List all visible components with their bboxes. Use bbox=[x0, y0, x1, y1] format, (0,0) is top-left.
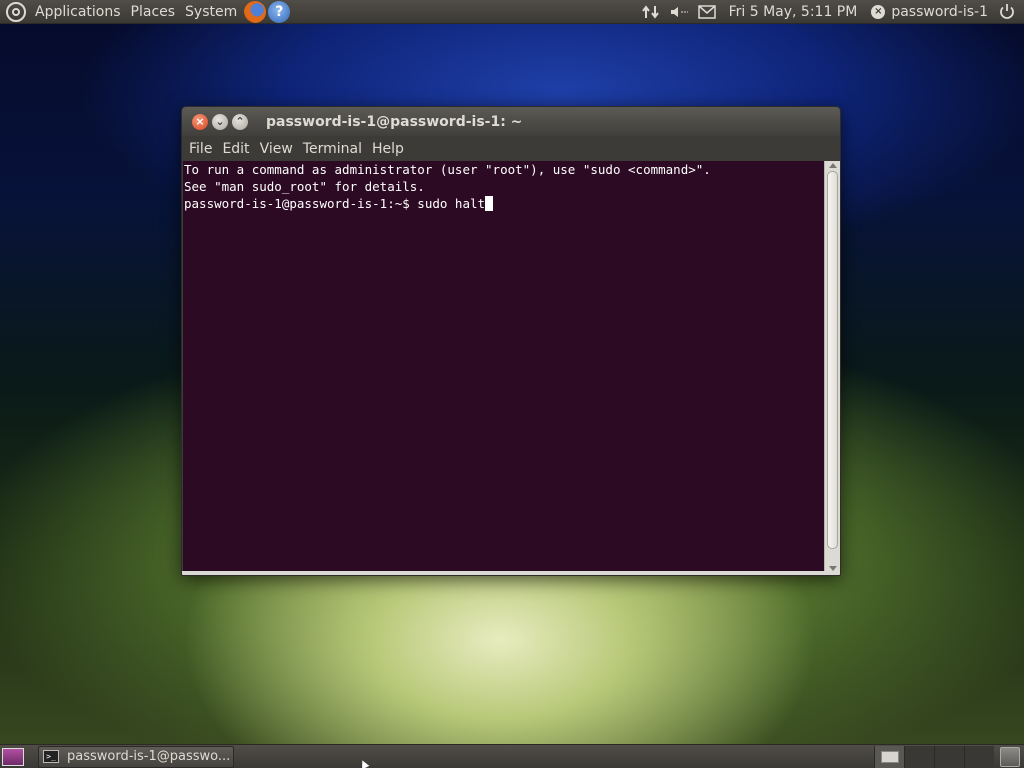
scroll-up-icon[interactable] bbox=[829, 163, 837, 168]
workspace-switcher bbox=[874, 745, 994, 768]
workspace-4[interactable] bbox=[964, 745, 994, 768]
network-icon[interactable] bbox=[641, 3, 661, 21]
volume-icon[interactable] bbox=[669, 3, 689, 21]
system-menu[interactable]: System bbox=[180, 4, 242, 20]
terminal-window: × ⌄ ⌃ password-is-1@password-is-1: ~ Fil… bbox=[181, 106, 841, 576]
firefox-icon[interactable] bbox=[244, 0, 267, 23]
scrollbar-thumb[interactable] bbox=[827, 171, 838, 549]
minimize-window-button[interactable]: ⌄ bbox=[212, 113, 228, 130]
close-window-button[interactable]: × bbox=[192, 113, 208, 130]
maximize-window-button[interactable]: ⌃ bbox=[232, 113, 248, 130]
user-status-icon: × bbox=[871, 4, 886, 19]
places-menu[interactable]: Places bbox=[126, 4, 181, 20]
help-icon[interactable]: ? bbox=[268, 0, 291, 23]
window-title: password-is-1@password-is-1: ~ bbox=[266, 113, 523, 130]
terminal-menubar: File Edit View Terminal Help bbox=[182, 136, 840, 161]
mail-icon[interactable] bbox=[697, 3, 717, 21]
clock[interactable]: Fri 5 May, 5:11 PM bbox=[721, 4, 866, 20]
terminal-prompt: password-is-1@password-is-1:~$ bbox=[184, 196, 418, 211]
terminal-icon: >_ bbox=[43, 750, 59, 763]
terminal-line: See "man sudo_root" for details. bbox=[184, 179, 425, 194]
workspace-3[interactable] bbox=[934, 745, 964, 768]
power-icon[interactable] bbox=[998, 3, 1016, 21]
show-desktop-icon[interactable] bbox=[2, 747, 24, 766]
system-tray: Fri 5 May, 5:11 PM × password-is-1 bbox=[637, 0, 1024, 24]
terminal-output[interactable]: To run a command as administrator (user … bbox=[183, 161, 825, 573]
user-menu[interactable]: × password-is-1 bbox=[865, 4, 994, 20]
terminal-prompt-line: password-is-1@password-is-1:~$ sudo halt bbox=[183, 195, 825, 212]
user-name: password-is-1 bbox=[891, 3, 988, 20]
taskbar-terminal-item[interactable]: >_ password-is-1@passwo... bbox=[38, 745, 234, 768]
menu-view[interactable]: View bbox=[255, 141, 298, 157]
text-cursor bbox=[485, 196, 494, 211]
bottom-panel: >_ password-is-1@passwo... bbox=[0, 744, 1024, 768]
menu-help[interactable]: Help bbox=[367, 141, 409, 157]
top-panel: Applications Places System ? Fri 5 May, … bbox=[0, 0, 1024, 24]
terminal-command: sudo halt bbox=[417, 196, 486, 211]
workspace-2[interactable] bbox=[904, 745, 934, 768]
window-bottom-border bbox=[182, 571, 840, 575]
taskbar-item-label: password-is-1@passwo... bbox=[67, 749, 231, 764]
terminal-scrollbar[interactable] bbox=[824, 161, 840, 573]
applications-menu[interactable]: Applications bbox=[30, 4, 126, 20]
window-titlebar[interactable]: × ⌄ ⌃ password-is-1@password-is-1: ~ bbox=[182, 107, 840, 136]
menu-edit[interactable]: Edit bbox=[217, 141, 254, 157]
workspace-window-preview bbox=[880, 750, 899, 763]
menu-terminal[interactable]: Terminal bbox=[298, 141, 367, 157]
terminal-line: To run a command as administrator (user … bbox=[184, 162, 711, 177]
menu-file[interactable]: File bbox=[184, 141, 217, 157]
ubuntu-logo-icon[interactable] bbox=[6, 1, 26, 22]
workspace-1[interactable] bbox=[874, 745, 904, 768]
trash-icon[interactable] bbox=[1000, 746, 1020, 767]
